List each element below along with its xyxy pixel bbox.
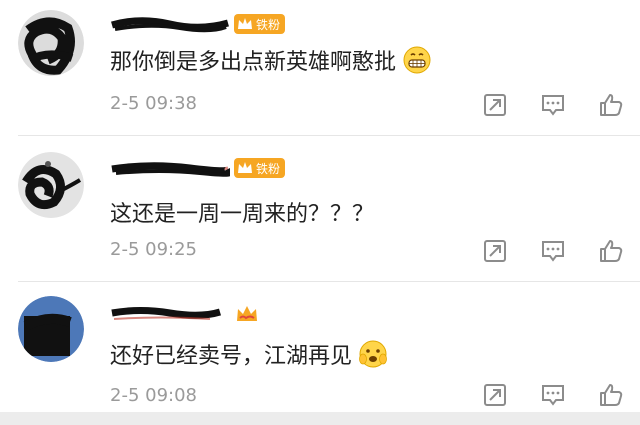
- share-icon[interactable]: [482, 92, 508, 118]
- share-icon[interactable]: [482, 238, 508, 264]
- comment-actions: [482, 238, 624, 264]
- comment-time: 2-5 09:25: [110, 239, 197, 260]
- badge-label: 铁粉: [256, 17, 281, 32]
- comment-item: 铁粉 那你倒是多出点新英雄啊憨批 2-5 09:38: [0, 0, 640, 135]
- share-icon[interactable]: [482, 382, 508, 408]
- comment-text: 还好已经卖号，江湖再见: [110, 338, 388, 370]
- grin-icon: [403, 46, 431, 74]
- comment-text: 那你倒是多出点新英雄啊憨批: [110, 44, 432, 76]
- comment-item: 还好已经卖号，江湖再见 2-5 09:08: [0, 282, 640, 412]
- redacted-username: [111, 17, 229, 33]
- comment-text: 这还是一周一周来的？？？: [110, 202, 375, 227]
- comment-icon[interactable]: [540, 382, 566, 408]
- redacted-username: [111, 307, 222, 320]
- avatar[interactable]: [18, 10, 84, 76]
- comment-icon[interactable]: [540, 238, 566, 264]
- comment-item: 铁粉 这还是一周一周来的？？？ 2-5 09:25: [0, 136, 640, 281]
- comment-time: 2-5 09:38: [110, 93, 197, 114]
- redacted-username: [111, 162, 230, 177]
- crown-icon: [238, 18, 252, 29]
- fan-badge[interactable]: 铁粉: [234, 158, 286, 178]
- scared-icon: [359, 340, 387, 368]
- username-row[interactable]: 铁粉: [110, 12, 286, 36]
- crown-icon: [238, 162, 252, 173]
- comment-time: 2-5 09:08: [110, 385, 197, 406]
- username-row[interactable]: 铁粉: [110, 156, 286, 180]
- like-icon[interactable]: [598, 238, 624, 264]
- like-icon[interactable]: [598, 382, 624, 408]
- comment-actions: [482, 382, 624, 408]
- comment-actions: [482, 92, 624, 118]
- like-icon[interactable]: [598, 92, 624, 118]
- fan-badge[interactable]: 铁粉: [234, 14, 286, 34]
- crown-icon[interactable]: [234, 303, 260, 325]
- username-row[interactable]: [110, 302, 260, 326]
- bottom-band: [0, 412, 640, 425]
- avatar[interactable]: [18, 296, 84, 362]
- avatar[interactable]: [18, 152, 84, 218]
- badge-label: 铁粉: [256, 161, 281, 176]
- comment-icon[interactable]: [540, 92, 566, 118]
